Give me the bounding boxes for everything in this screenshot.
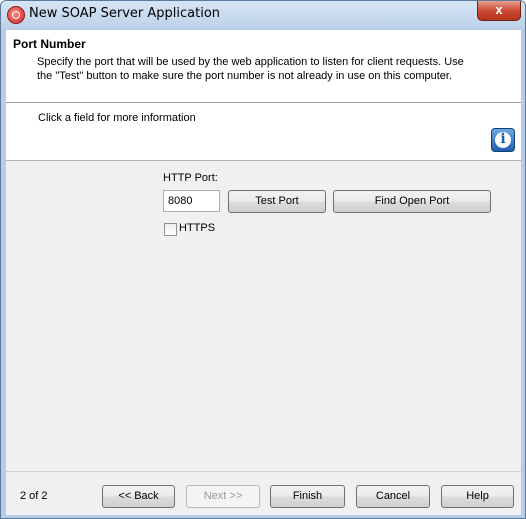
info-text: Click a field for more information [38, 112, 196, 124]
test-port-button[interactable]: Test Port [228, 190, 326, 213]
window-title: New SOAP Server Application [29, 6, 221, 21]
next-button[interactable]: Next >> [186, 485, 260, 508]
page-indicator: 2 of 2 [20, 490, 48, 502]
http-port-label: HTTP Port: [163, 172, 218, 184]
http-port-input[interactable] [163, 190, 220, 212]
wizard-header: Port Number Specify the port that will b… [6, 30, 521, 103]
app-logo-icon [7, 6, 25, 24]
page-description: Specify the port that will be used by th… [37, 56, 464, 82]
find-open-port-button[interactable]: Find Open Port [333, 190, 491, 213]
wizard-footer: 2 of 2 << Back Next >> Finish Cancel Hel… [6, 471, 521, 515]
https-checkbox[interactable] [164, 223, 177, 236]
back-button[interactable]: << Back [102, 485, 175, 508]
close-button[interactable]: x [477, 1, 521, 21]
https-label: HTTPS [179, 222, 216, 234]
wizard-content: Port Number Specify the port that will b… [6, 30, 521, 515]
info-panel: Click a field for more information i [6, 103, 521, 161]
info-icon[interactable]: i [491, 128, 515, 152]
form-panel: HTTP Port: Test Port Find Open Port HTTP… [6, 161, 521, 471]
page-title: Port Number [13, 37, 86, 51]
title-bar[interactable]: New SOAP Server Application x [1, 1, 525, 29]
info-icon-glyph: i [500, 131, 506, 147]
help-button[interactable]: Help [441, 485, 514, 508]
wizard-window: New SOAP Server Application x Port Numbe… [0, 0, 526, 519]
cancel-button[interactable]: Cancel [356, 485, 430, 508]
finish-button[interactable]: Finish [270, 485, 345, 508]
